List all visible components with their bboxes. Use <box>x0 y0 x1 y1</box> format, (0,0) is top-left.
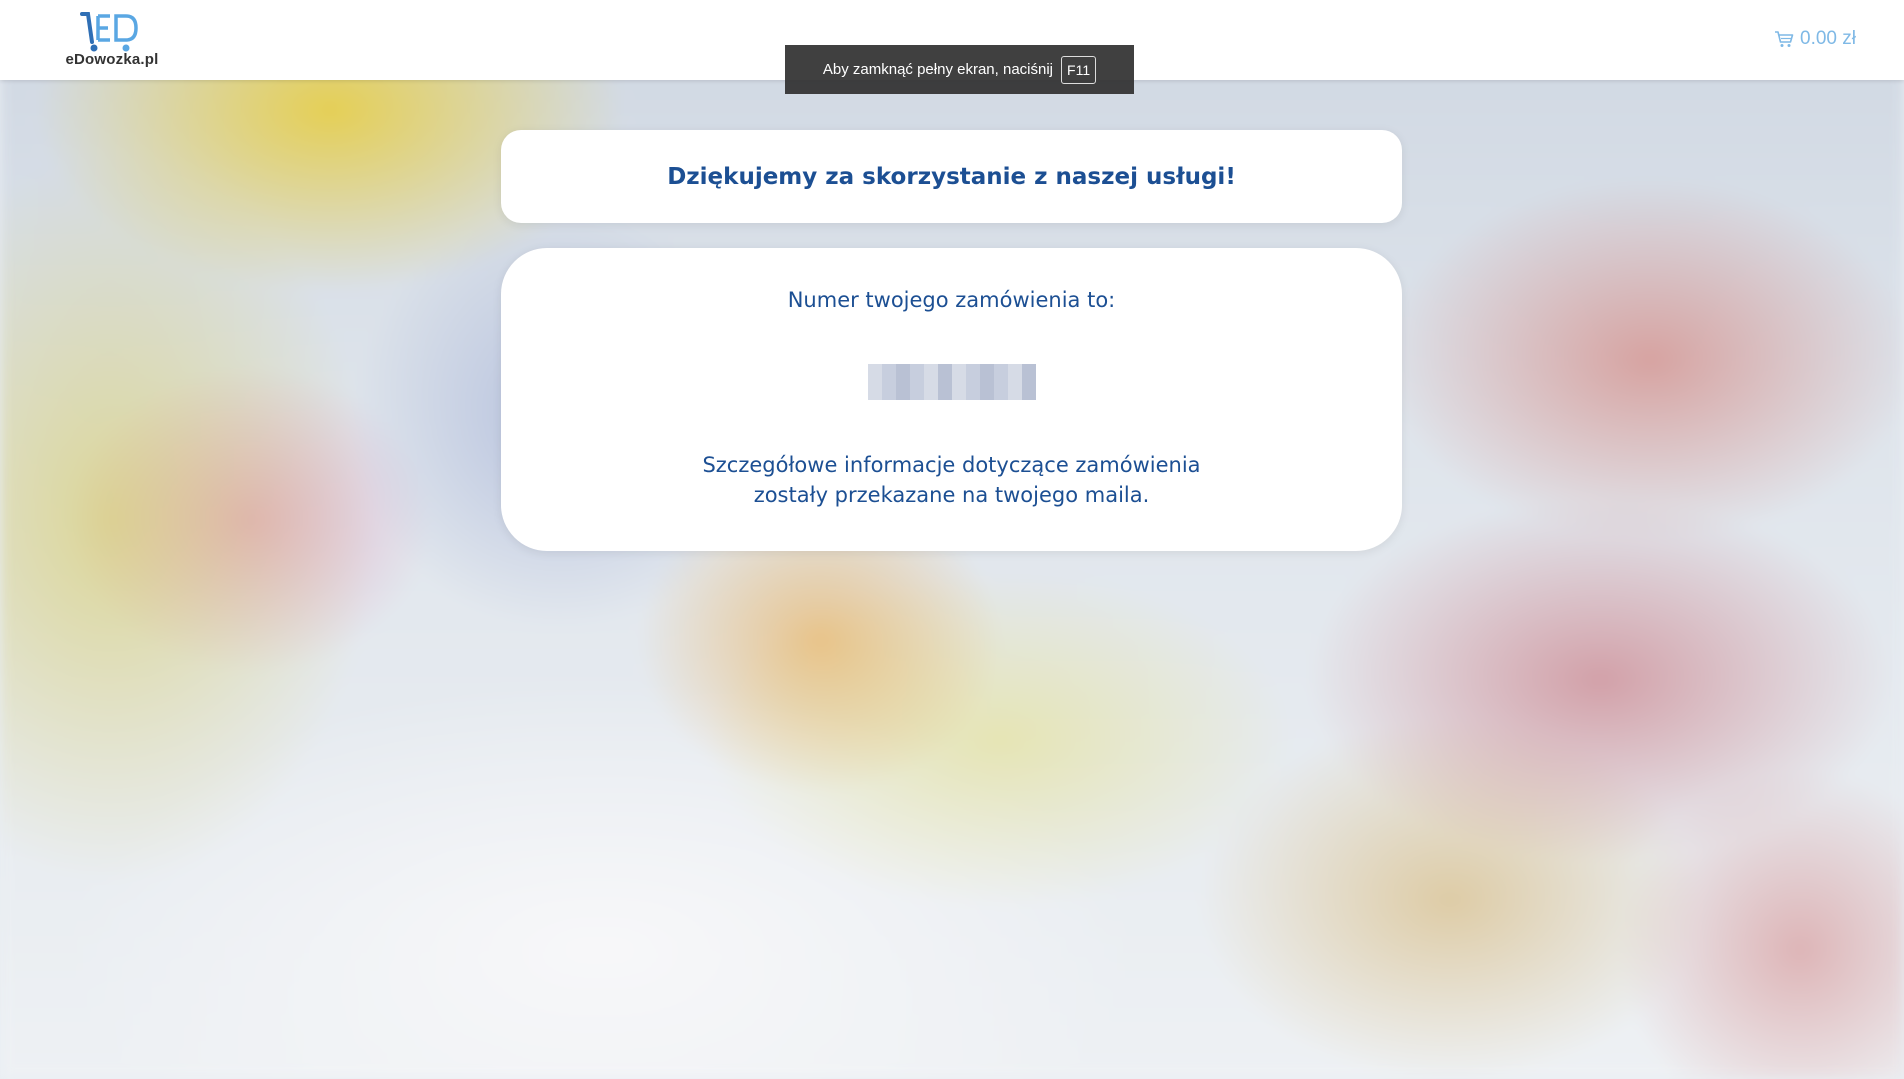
order-number-label: Numer twojego zamówienia to: <box>787 288 1116 312</box>
cart-total: 0.00 zł <box>1800 28 1856 49</box>
fullscreen-notice: Aby zamknąć pełny ekran, naciśnij F11 <box>785 45 1134 94</box>
thanks-card: Dziękujemy za skorzystanie z naszej usłu… <box>501 130 1402 223</box>
order-info-line-2: zostały przekazane na twojego maila. <box>753 483 1150 507</box>
fullscreen-key-badge: F11 <box>1061 55 1097 84</box>
logo[interactable]: eDowozka.pl <box>64 8 160 72</box>
fullscreen-notice-text: Aby zamknąć pełny ekran, naciśnij <box>822 61 1054 78</box>
logo-text: eDowozka.pl <box>65 51 159 68</box>
cart-button[interactable]: 0.00 zł <box>1774 28 1856 50</box>
logo-cart-icon <box>80 12 138 52</box>
cart-icon <box>1775 31 1794 47</box>
order-card: Numer twojego zamówienia to: Szczegółowe… <box>501 248 1402 551</box>
thanks-title: Dziękujemy za skorzystanie z naszej usłu… <box>667 163 1236 190</box>
order-number-redacted <box>868 364 1036 400</box>
order-info-line-1: Szczegółowe informacje dotyczące zamówie… <box>702 453 1201 477</box>
order-info: Szczegółowe informacje dotyczące zamówie… <box>501 450 1402 510</box>
